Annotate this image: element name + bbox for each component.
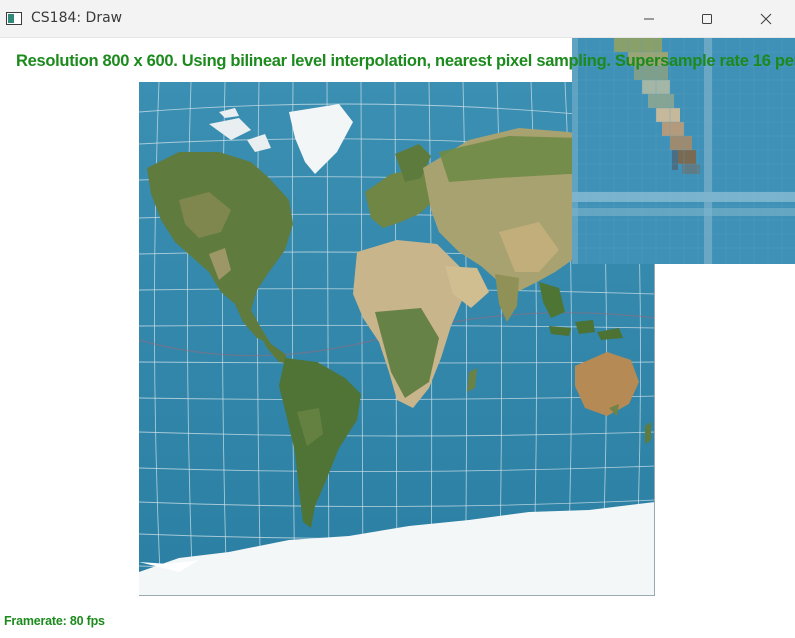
zoomed-pixel-grid (572, 38, 795, 264)
window-app-icon (6, 12, 22, 25)
close-icon (760, 13, 772, 25)
minimize-icon (644, 18, 654, 20)
close-button[interactable] (737, 0, 795, 38)
title-bar[interactable]: CS184: Draw (0, 0, 795, 38)
render-status-text: Resolution 800 x 600. Using bilinear lev… (16, 52, 795, 70)
maximize-icon (702, 14, 712, 24)
minimize-button[interactable] (620, 0, 678, 38)
app-window: CS184: Draw Resolution 800 x 600. Using … (0, 0, 795, 638)
pixel-zoom-inspector (572, 38, 795, 264)
maximize-button[interactable] (678, 0, 736, 38)
framerate-readout: Framerate: 80 fps (4, 614, 105, 628)
window-title: CS184: Draw (31, 10, 123, 26)
